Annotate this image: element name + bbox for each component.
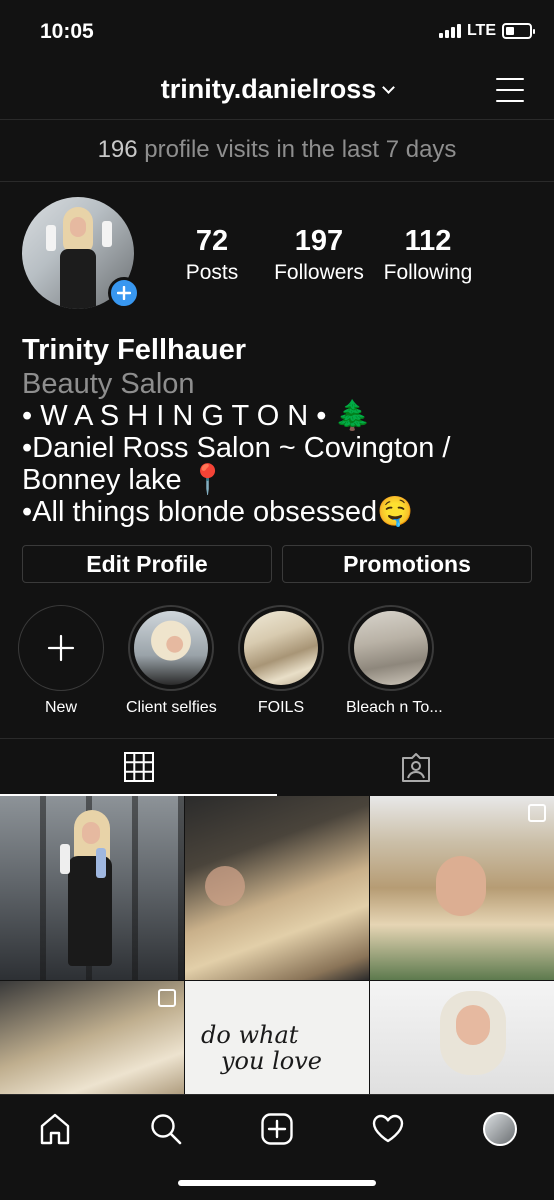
followers-count[interactable]: 197 Followers [264, 224, 374, 288]
bio-line: •All things blonde obsessed🤤 [22, 496, 414, 528]
post-thumbnail[interactable] [0, 981, 184, 1094]
story-highlights: New Client selfies FOILS Bleach n To... [0, 605, 554, 725]
bio-line: • W A S H I N G T O N • 🌲 [22, 400, 371, 432]
status-bar: 10:05 LTE [0, 0, 554, 66]
tagged-icon [401, 752, 430, 782]
edit-profile-button[interactable]: Edit Profile [22, 545, 272, 583]
status-time: 10:05 [40, 20, 94, 43]
business-category: Beauty Salon [22, 368, 195, 400]
status-indicators: LTE [438, 22, 535, 40]
signal-icon [438, 24, 461, 38]
highlight-circle [348, 605, 434, 691]
stat-label: Following [383, 261, 473, 284]
nav-activity[interactable] [368, 1109, 408, 1149]
highlight-circle [238, 605, 324, 691]
posts-count[interactable]: 72 Posts [160, 224, 264, 288]
highlight-label: New [44, 699, 77, 716]
display-name: Trinity Fellhauer [22, 334, 246, 366]
bio-line: Bonney lake 📍 [22, 464, 226, 496]
post-thumbnail[interactable] [0, 796, 184, 980]
add-post-icon [261, 1113, 293, 1145]
post-thumbnail[interactable]: do what you love [185, 981, 369, 1094]
highlight-label: FOILS [257, 699, 305, 716]
visits-text: profile visits in the last 7 days [137, 136, 457, 163]
highlight-label: Bleach n To... [346, 699, 443, 716]
posts-grid: do what you love [0, 796, 554, 1094]
battery-icon [502, 23, 535, 39]
nav-profile[interactable] [480, 1109, 520, 1149]
highlight-new[interactable]: New [16, 605, 106, 717]
highlight-label: Client selfies [126, 699, 217, 716]
profile-avatar [483, 1112, 517, 1146]
highlight-image [354, 611, 428, 685]
post-thumbnail[interactable] [370, 796, 554, 980]
bio-line: •Daniel Ross Salon ~ Covington / [22, 432, 451, 464]
home-icon [40, 1113, 70, 1145]
new-highlight-circle [18, 605, 104, 691]
following-count[interactable]: 112 Following [374, 224, 482, 288]
account-switcher[interactable]: trinity.danielross [0, 74, 554, 105]
profile-tabs [0, 738, 554, 796]
profile-avatar[interactable] [22, 197, 140, 313]
stat-label: Followers [274, 261, 364, 284]
post-thumbnail[interactable] [185, 796, 369, 980]
highlight-bleach[interactable]: Bleach n To... [346, 605, 443, 717]
menu-icon[interactable] [496, 78, 524, 102]
multiple-posts-icon [528, 804, 546, 822]
highlight-foils[interactable]: FOILS [236, 605, 326, 717]
profile-stats: 72 Posts 197 Followers 112 Following [160, 224, 490, 288]
profile-header: trinity.danielross [0, 66, 554, 118]
chevron-down-icon [382, 81, 396, 94]
highlight-image [134, 611, 208, 685]
nav-search[interactable] [146, 1109, 186, 1149]
highlight-image [244, 611, 318, 685]
add-story-button[interactable] [108, 277, 140, 309]
post-text: do what [201, 1021, 299, 1049]
tab-tagged[interactable] [277, 739, 554, 796]
highlight-circle [128, 605, 214, 691]
profile-visits-banner[interactable]: 196 profile visits in the last 7 days [0, 120, 554, 180]
plus-icon [47, 634, 75, 662]
network-label: LTE [466, 22, 496, 39]
post-thumbnail[interactable] [370, 981, 554, 1094]
visits-count: 196 [97, 136, 138, 163]
nav-home[interactable] [35, 1109, 75, 1149]
highlight-client-selfies[interactable]: Client selfies [126, 605, 217, 717]
divider [0, 181, 554, 182]
stat-value: 72 [195, 225, 229, 257]
heart-icon [372, 1114, 404, 1143]
grid-icon [123, 751, 154, 782]
plus-icon [117, 286, 131, 300]
tab-grid[interactable] [0, 739, 277, 796]
stat-value: 112 [404, 225, 452, 257]
profile-bio: Trinity Fellhauer Beauty Salon • W A S H… [22, 332, 542, 528]
search-icon [151, 1114, 182, 1145]
post-text: you love [221, 1047, 322, 1075]
username: trinity.danielross [160, 74, 377, 104]
promotions-button[interactable]: Promotions [282, 545, 532, 583]
stat-value: 197 [294, 225, 344, 257]
nav-add-post[interactable] [257, 1109, 297, 1149]
multiple-posts-icon [158, 989, 176, 1007]
stat-label: Posts [185, 261, 239, 284]
home-indicator[interactable] [178, 1180, 376, 1186]
